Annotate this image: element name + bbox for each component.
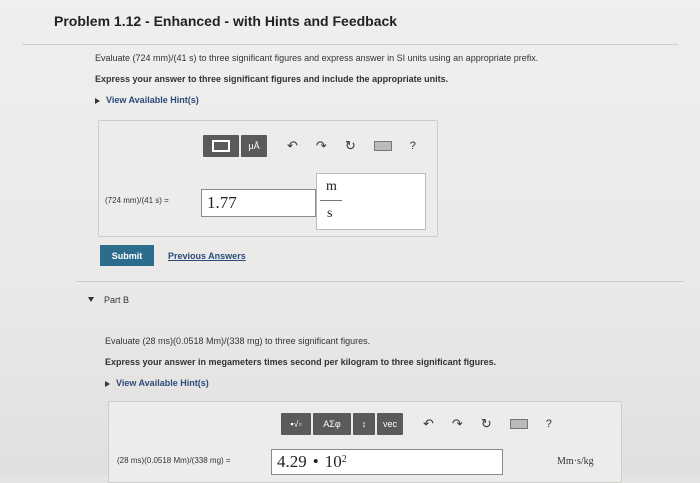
part-b-value-input[interactable]: 4.29 • 10 2 — [271, 449, 503, 475]
answer-dot: • — [312, 452, 319, 471]
page-title: Problem 1.12 - Enhanced - with Hints and… — [54, 13, 398, 29]
part-b-units-label: Mm·s/kg — [557, 456, 594, 467]
part-b-hints-link[interactable]: View Available Hint(s) — [105, 378, 209, 388]
page-header: Problem 1.12 - Enhanced - with Hints and… — [22, 0, 678, 45]
templates-button[interactable]: ▪√▫ — [281, 413, 311, 435]
part-b-expression-label: (28 ms)(0.0518 Mm)/(338 mg) = — [117, 456, 231, 465]
part-a-hints-link[interactable]: View Available Hint(s) — [95, 95, 199, 105]
expand-triangle-icon — [95, 97, 100, 104]
answer-base: 10 — [324, 452, 342, 471]
submit-button[interactable]: Submit — [100, 245, 154, 266]
fraction-bar — [320, 200, 342, 201]
keyboard-icon[interactable] — [509, 419, 528, 429]
vector-button[interactable]: vec — [377, 413, 403, 435]
reset-icon[interactable]: ↻ — [481, 416, 492, 432]
part-a-expression-label: (724 mm)/(41 s) = — [105, 196, 169, 205]
units-icon: μÅ — [248, 141, 260, 151]
subscript-icon: ↕ — [361, 419, 367, 429]
part-a-toolbar: μÅ ↶ ↷ ↻ ? — [203, 135, 416, 157]
templates-icon — [212, 140, 230, 152]
part-a-instruction: Express your answer to three significant… — [95, 74, 449, 84]
help-icon[interactable]: ? — [410, 140, 416, 152]
part-b-answer-area: ▪√▫ ΑΣφ ↕ vec ↶ ↷ ↻ ? (28 ms)(0.0518 Mm)… — [108, 401, 622, 483]
answer-mantissa: 4.29 — [277, 452, 307, 471]
sqrt-icon: ▪√▫ — [290, 419, 302, 429]
symbols-button[interactable]: ΑΣφ — [313, 413, 351, 435]
units-button[interactable]: μÅ — [241, 135, 267, 157]
part-b-instruction: Express your answer in megameters times … — [105, 357, 497, 367]
expand-triangle-icon — [105, 380, 110, 387]
part-b-label[interactable]: Part B — [104, 295, 129, 305]
collapse-triangle-icon[interactable] — [88, 297, 94, 302]
page: Problem 1.12 - Enhanced - with Hints and… — [0, 0, 700, 483]
redo-icon[interactable]: ↷ — [316, 138, 327, 154]
part-a-hints-label: View Available Hint(s) — [106, 95, 199, 105]
part-a-question: Evaluate (724 mm)/(41 s) to three signif… — [95, 53, 539, 63]
section-divider — [76, 281, 684, 282]
part-a-value-input[interactable]: 1.77 — [201, 189, 316, 217]
unit-numerator: m — [326, 179, 337, 194]
previous-answers-link[interactable]: Previous Answers — [168, 251, 246, 261]
part-b-hints-label: View Available Hint(s) — [116, 378, 209, 388]
help-icon[interactable]: ? — [546, 418, 552, 430]
redo-icon[interactable]: ↷ — [452, 416, 463, 432]
subscript-button[interactable]: ↕ — [353, 413, 375, 435]
keyboard-icon[interactable] — [373, 141, 392, 151]
symbols-icon: ΑΣφ — [323, 419, 341, 429]
reset-icon[interactable]: ↻ — [345, 138, 356, 154]
templates-button[interactable] — [203, 135, 239, 157]
part-a-units-input[interactable]: m s — [316, 173, 426, 230]
part-b-question: Evaluate (28 ms)(0.0518 Mm)/(338 mg) to … — [105, 336, 371, 346]
undo-icon[interactable]: ↶ — [287, 138, 298, 154]
unit-denominator: s — [327, 206, 333, 221]
vector-icon: vec — [382, 419, 397, 429]
undo-icon[interactable]: ↶ — [423, 416, 434, 432]
part-b-toolbar: ▪√▫ ΑΣφ ↕ vec ↶ ↷ ↻ ? — [281, 413, 552, 435]
part-a-answer-area: μÅ ↶ ↷ ↻ ? (724 mm)/(41 s) = 1.77 m s — [98, 120, 438, 237]
answer-exponent: 2 — [341, 453, 347, 465]
